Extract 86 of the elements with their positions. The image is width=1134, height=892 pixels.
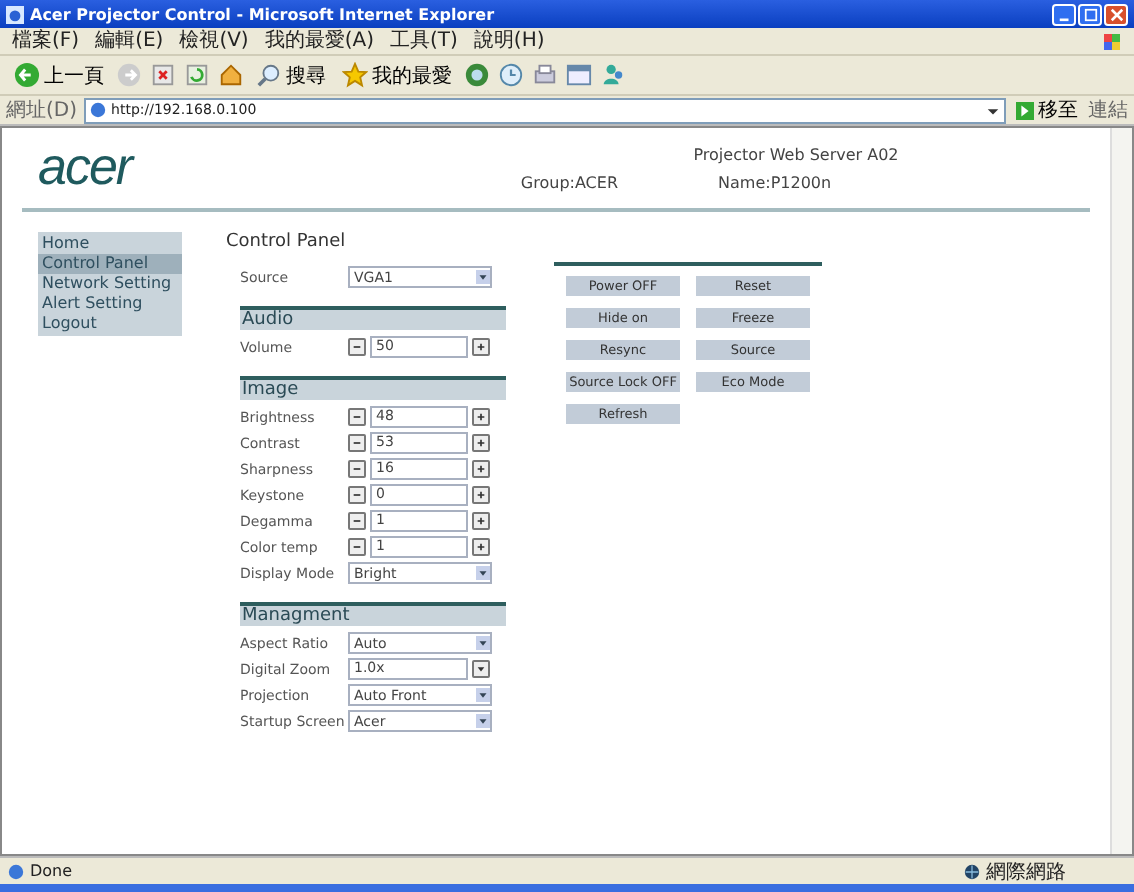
- zone-text: 網際網路: [986, 859, 1068, 885]
- star-icon: [342, 62, 368, 88]
- dropdown-arrow-icon[interactable]: [476, 270, 490, 284]
- minus-icon: [352, 542, 362, 552]
- decrement-button[interactable]: [348, 338, 366, 356]
- plus-icon: [476, 464, 486, 474]
- close-button[interactable]: [1104, 3, 1128, 25]
- search-icon: [256, 62, 282, 88]
- printer-icon[interactable]: [532, 62, 558, 88]
- sidebar-item[interactable]: Control Panel: [38, 254, 182, 274]
- spin-button[interactable]: [472, 660, 490, 678]
- increment-button[interactable]: [472, 512, 490, 530]
- decrement-button[interactable]: [348, 538, 366, 556]
- minimize-button[interactable]: [1052, 3, 1076, 25]
- acer-logo: acer: [38, 136, 137, 196]
- caret-icon: [476, 664, 486, 674]
- plus-icon: [476, 516, 486, 526]
- section-header: Audio: [240, 306, 506, 330]
- page-icon: [89, 102, 106, 118]
- group-label: Group:ACER: [520, 174, 619, 192]
- dropdown-arrow-icon[interactable]: [476, 636, 490, 650]
- plus-icon: [476, 542, 486, 552]
- edit-icon[interactable]: [566, 62, 592, 88]
- name-label: Name:P1200n: [718, 174, 832, 192]
- menu-item[interactable]: 說明(H): [473, 29, 545, 53]
- menu-item[interactable]: 檢視(V): [179, 29, 249, 53]
- go-button[interactable]: 移至: [1012, 96, 1082, 124]
- plus-icon: [476, 490, 486, 500]
- panel-title: Control Panel: [226, 232, 348, 252]
- search-button[interactable]: 搜尋: [252, 61, 330, 89]
- section-header: Managment: [240, 602, 506, 626]
- minus-icon: [352, 464, 362, 474]
- refresh-icon[interactable]: [184, 62, 210, 88]
- sidebar-item[interactable]: Home: [38, 234, 182, 254]
- home-icon[interactable]: [218, 62, 244, 88]
- minus-icon: [352, 438, 362, 448]
- plus-icon: [476, 342, 486, 352]
- status-text: Done: [30, 862, 75, 880]
- plus-icon: [476, 412, 486, 422]
- increment-button[interactable]: [472, 338, 490, 356]
- dropdown-arrow-icon[interactable]: [986, 103, 1000, 117]
- maximize-icon: [1083, 7, 1097, 21]
- minus-icon: [352, 412, 362, 422]
- menu-item[interactable]: 編輯(E): [95, 29, 164, 53]
- back-button[interactable]: 上一頁: [10, 61, 108, 89]
- minus-icon: [352, 342, 362, 352]
- maximize-button[interactable]: [1078, 3, 1102, 25]
- decrement-button[interactable]: [348, 460, 366, 478]
- play-arrow-icon: [1016, 101, 1034, 119]
- minus-icon: [352, 516, 362, 526]
- sidebar-item[interactable]: Alert Setting: [38, 294, 182, 314]
- browser-icon: [6, 5, 24, 23]
- increment-button[interactable]: [472, 408, 490, 426]
- menu-item[interactable]: 檔案(F): [12, 29, 80, 53]
- stop-icon[interactable]: [150, 62, 176, 88]
- section-header: Image: [240, 376, 506, 400]
- messenger-icon[interactable]: [600, 62, 626, 88]
- scrollbar[interactable]: [1110, 128, 1132, 854]
- sidebar-item[interactable]: Network Setting: [38, 274, 182, 294]
- plus-icon: [476, 438, 486, 448]
- decrement-button[interactable]: [348, 486, 366, 504]
- history-icon[interactable]: [498, 62, 524, 88]
- increment-button[interactable]: [472, 460, 490, 478]
- decrement-button[interactable]: [348, 512, 366, 530]
- links-button[interactable]: 連結: [1088, 96, 1128, 124]
- windows-logo-icon: [1102, 31, 1122, 51]
- dropdown-arrow-icon[interactable]: [476, 714, 490, 728]
- menu-item[interactable]: 我的最愛(A): [264, 29, 374, 53]
- increment-button[interactable]: [472, 538, 490, 556]
- decrement-button[interactable]: [348, 408, 366, 426]
- minus-icon: [352, 490, 362, 500]
- favorites-button[interactable]: 我的最愛: [338, 61, 456, 89]
- increment-button[interactable]: [472, 486, 490, 504]
- globe-icon: [964, 863, 980, 879]
- dropdown-arrow-icon[interactable]: [476, 688, 490, 702]
- decrement-button[interactable]: [348, 434, 366, 452]
- page-icon: [8, 863, 24, 879]
- increment-button[interactable]: [472, 434, 490, 452]
- menu-item[interactable]: 工具(T): [390, 29, 458, 53]
- server-title: Projector Web Server A02: [691, 146, 899, 164]
- media-icon[interactable]: [464, 62, 490, 88]
- close-icon: [1109, 7, 1123, 21]
- sidebar-item[interactable]: Logout: [38, 314, 182, 334]
- dropdown-arrow-icon[interactable]: [476, 566, 490, 580]
- window-title: Acer Projector Control - Microsoft Internet Explorer: [30, 5, 497, 23]
- address-label: 網址(D): [6, 97, 78, 124]
